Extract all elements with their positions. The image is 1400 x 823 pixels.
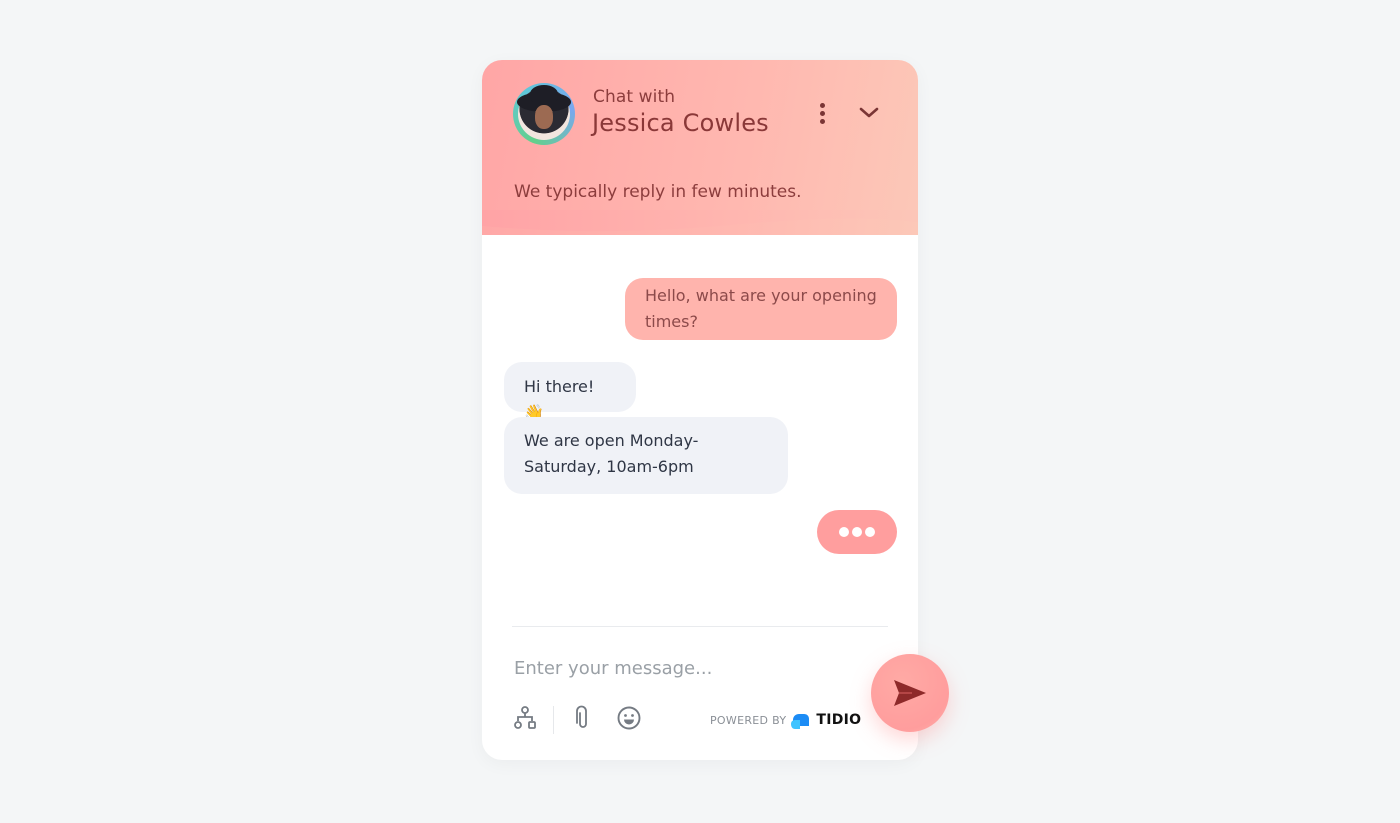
send-button[interactable] [871,654,949,732]
agent-avatar [513,83,575,145]
send-icon [894,680,926,706]
tidio-brand: TIDIO [816,712,862,728]
message-input[interactable] [512,652,846,684]
chat-header: Chat with Jessica Cowles We typically re… [482,60,918,235]
agent-name: Jessica Cowles [592,109,769,137]
composer-divider [512,626,888,627]
operator-message: We are open Monday-Saturday, 10am-6pm [504,417,788,494]
chat-with-label: Chat with [593,87,676,107]
vertical-ellipsis-icon [819,102,825,108]
toolbar-separator [553,706,554,734]
powered-by-tidio[interactable]: POWERED BY TIDIO [710,710,861,730]
attach-button[interactable] [570,705,596,731]
operator-message: Hi there! 👋 [504,362,636,422]
options-menu-button[interactable] [812,100,832,126]
tidio-logo-icon [791,714,810,729]
header-wave [482,210,918,232]
powered-by-label: POWERED BY [710,713,787,727]
visitor-message: Hello, what are your opening times? [625,278,897,340]
emoji-icon [617,706,641,730]
paperclip-icon [576,705,587,728]
chevron-down-icon [859,107,879,118]
flows-icon [514,706,536,729]
emoji-button[interactable] [616,705,642,731]
reply-time-note: We typically reply in few minutes. [514,182,802,202]
typing-indicator [817,510,897,554]
flows-button[interactable] [512,705,538,731]
minimize-button[interactable] [856,100,882,126]
typing-dots-icon [839,527,849,537]
chat-widget: Chat with Jessica Cowles We typically re… [482,60,918,760]
